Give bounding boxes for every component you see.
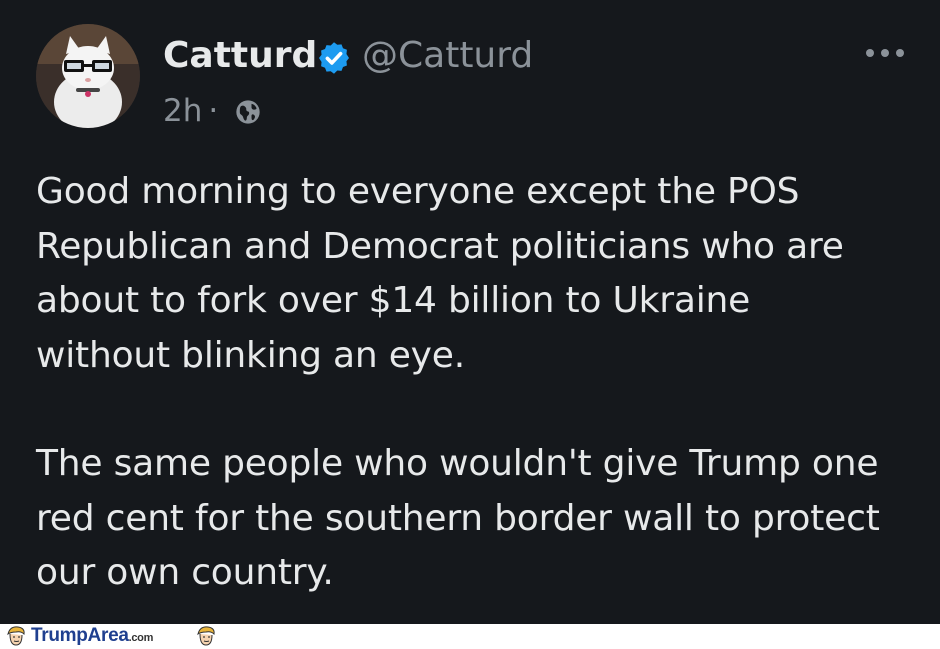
cat-avatar-image <box>36 24 140 128</box>
more-options-icon[interactable] <box>862 40 908 66</box>
watermark-brand: TrumpArea <box>31 625 129 646</box>
watermark-bar: TrumpArea.com <box>0 624 940 649</box>
tweet-text: Good morning to everyone except the POS … <box>36 165 916 601</box>
trump-face-icon <box>7 626 25 646</box>
author-handle[interactable]: @Catturd <box>362 33 533 79</box>
avatar[interactable] <box>36 24 140 128</box>
tweet-paragraph: Good morning to everyone except the POS … <box>36 171 844 376</box>
watermark-domain: .com <box>128 632 154 644</box>
tweet-paragraph: The same people who wouldn't give Trump … <box>36 443 880 593</box>
trump-face-icon <box>197 626 215 646</box>
tweet-card: Catturd @Catturd 2h · Good morning to eve… <box>0 0 940 624</box>
watermark-text: TrumpArea.com <box>31 625 153 649</box>
meta-separator: · <box>208 93 219 129</box>
globe-icon <box>236 100 260 124</box>
author-name[interactable]: Catturd <box>163 33 317 79</box>
tweet-time[interactable]: 2h <box>163 93 202 129</box>
tweet-meta: 2h · <box>163 90 224 132</box>
verified-badge-icon <box>319 42 349 74</box>
